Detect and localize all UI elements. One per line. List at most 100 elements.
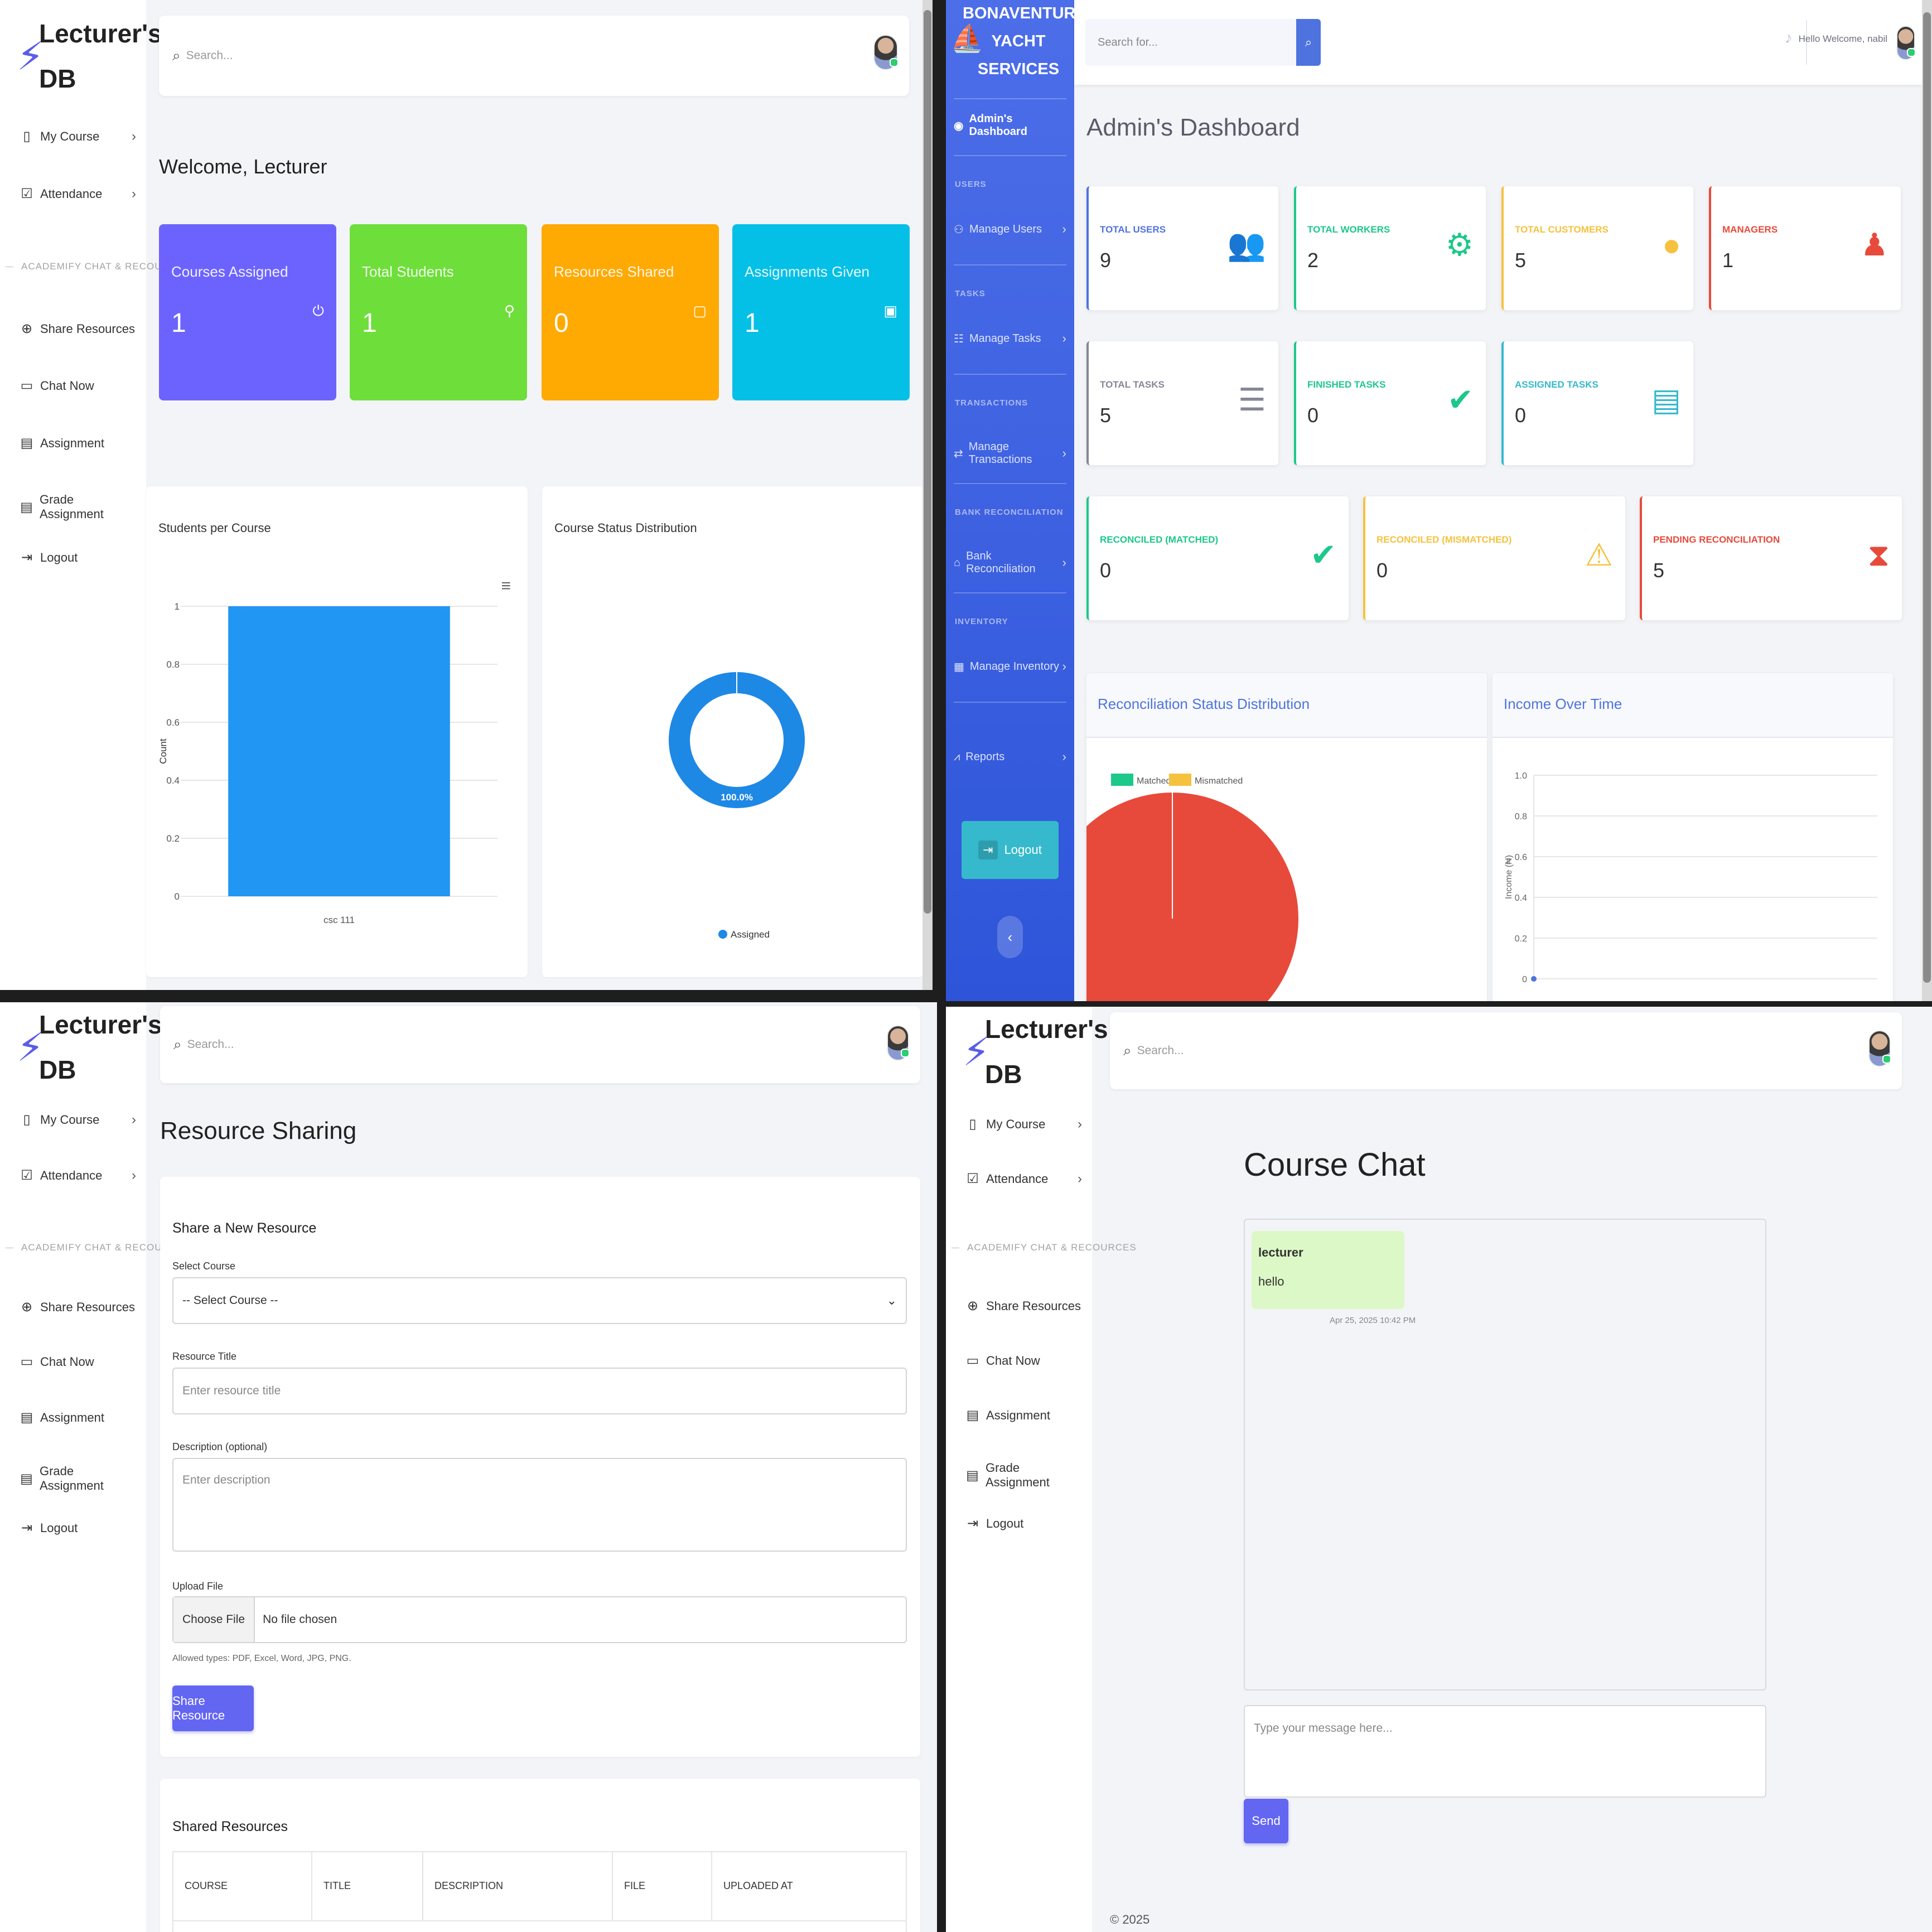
sidebar-item-chat-now[interactable]: ▭ Chat Now xyxy=(20,378,136,394)
course-select[interactable]: -- Select Course -- ⌄ xyxy=(172,1277,907,1324)
app-logo[interactable]: ⚡ Lecturer's DB xyxy=(17,1002,162,1092)
search-icon: ⌕ xyxy=(173,1036,182,1052)
sidebar-item-grade-assignment[interactable]: ▤ Grade Assignment xyxy=(966,1461,1082,1490)
sidebar: ⚡ Lecturer's DB ▯ My Course › ☑ Attendance › … xyxy=(946,1007,1136,1932)
brand-name[interactable]: BONAVENTURE YACHT SERVICES xyxy=(946,0,1086,84)
sidebar-toggle-button[interactable]: ‹ xyxy=(997,916,1023,958)
sidebar-item-manage-users[interactable]: ⚇ Manage Users › xyxy=(954,222,1066,236)
sidebar-item-attendance[interactable]: ☑ Attendance › xyxy=(20,186,136,202)
avatar[interactable] xyxy=(887,1025,910,1061)
sidebar-item-bank-reconciliation[interactable]: ⌂ Bank Reconciliation › xyxy=(954,550,1066,576)
scrollbar[interactable] xyxy=(1922,0,1932,1001)
book-icon: ⏻ xyxy=(312,302,324,319)
sidebar-item-chat-now[interactable]: ▭ Chat Now xyxy=(966,1353,1082,1369)
sidebar-item-manage-tasks[interactable]: ☷ Manage Tasks › xyxy=(954,331,1066,346)
sidebar-item-share-resources[interactable]: ⊕ Share Resources xyxy=(966,1298,1082,1314)
description-textarea[interactable]: Enter description xyxy=(172,1458,907,1552)
metric-value: 0 xyxy=(1515,404,1527,427)
lecturer-dashboard-screen: ⚡ Lecturer's DB ▯ My Course › ☑ Attendance › … xyxy=(0,0,933,990)
sidebar-item-assignment[interactable]: ▤ Assignment xyxy=(20,1409,136,1426)
chevron-right-icon: › xyxy=(132,128,136,144)
reconciliation-status-panel: Reconciliation Status Distribution Match… xyxy=(1086,673,1487,1001)
search-icon: ⌕ xyxy=(1123,1042,1132,1059)
top-bar: ⌕ Search... xyxy=(159,16,909,96)
metric-value: 5 xyxy=(1100,404,1112,427)
choose-file-button[interactable]: Choose File xyxy=(173,1597,255,1642)
scrollbar[interactable] xyxy=(922,0,933,990)
metric-label: TOTAL CUSTOMERS xyxy=(1515,224,1609,235)
search-button[interactable]: ⌕ xyxy=(1296,19,1321,66)
file-input[interactable]: Choose File No file chosen xyxy=(172,1596,907,1643)
share-resource-button[interactable]: Share Resource xyxy=(172,1685,254,1731)
user-greeting[interactable]: Hello Welcome, nabil xyxy=(1799,33,1887,45)
income-over-time-panel: Income Over Time 0 0.2 0.4 0.6 0.8 1.0 Income … xyxy=(1493,673,1893,1001)
sidebar-item-logout[interactable]: ⇥ Logout xyxy=(20,549,136,566)
sidebar-item-grade-assignment[interactable]: ▤ Grade Assignment xyxy=(20,1464,136,1493)
metric-label: ASSIGNED TASKS xyxy=(1515,379,1598,390)
avatar[interactable] xyxy=(1868,1030,1891,1067)
check-circle-icon: ✔ xyxy=(1310,537,1336,572)
sidebar-item-share-resources[interactable]: ⊕ Share Resources xyxy=(20,1299,136,1315)
sidebar-item-grade-assignment[interactable]: ▤ Grade Assignment xyxy=(20,492,136,521)
sidebar-item-my-course[interactable]: ▯ My Course › xyxy=(20,128,136,144)
sidebar-item-chat-now[interactable]: ▭ Chat Now xyxy=(20,1354,136,1370)
share-icon: ⊕ xyxy=(967,1298,979,1313)
column-uploaded-at: UPLOADED AT xyxy=(711,1852,793,1921)
app-logo[interactable]: ⚡ Lecturer's DB xyxy=(963,1007,1108,1097)
logo-line2: DB xyxy=(985,1059,1022,1089)
metric-value: 5 xyxy=(1515,249,1527,272)
logout-button[interactable]: ⇥ Logout xyxy=(962,821,1059,879)
metric-label: MANAGERS xyxy=(1722,224,1778,235)
divider xyxy=(954,592,1066,593)
sidebar-item-assignment[interactable]: ▤ Assignment xyxy=(20,435,136,451)
chevron-right-icon: › xyxy=(132,186,136,201)
sidebar-item-assignment[interactable]: ▤ Assignment xyxy=(966,1407,1082,1423)
app-logo[interactable]: ⚡ Lecturer's DB xyxy=(17,11,162,101)
metric-value: 0 xyxy=(1100,559,1112,582)
check-square-icon: ☑ xyxy=(21,1168,33,1183)
sidebar-item-share-resources[interactable]: ⊕ Share Resources xyxy=(20,321,136,337)
chat-messages-area[interactable]: lecturer hello Apr 25, 2025 10:42 PM xyxy=(1244,1219,1766,1690)
page-title: Admin's Dashboard xyxy=(1086,114,1300,141)
send-button[interactable]: Send xyxy=(1244,1799,1288,1843)
sidebar-item-logout[interactable]: ⇥ Logout xyxy=(966,1515,1082,1532)
shared-resources-title: Shared Resources xyxy=(172,1819,288,1834)
sidebar-item-manage-inventory[interactable]: ▦ Manage Inventory › xyxy=(954,659,1066,674)
logo-line2: DB xyxy=(39,64,76,93)
sidebar-item-dashboard[interactable]: ◉ Admin's Dashboard xyxy=(954,113,1066,138)
sidebar-item-logout[interactable]: ⇥ Logout xyxy=(20,1520,136,1536)
resource-title-input[interactable]: Enter resource title xyxy=(172,1368,907,1414)
avatar[interactable] xyxy=(1896,26,1916,60)
shared-resources-panel: Shared Resources COURSE TITLE DESCRIPTIO… xyxy=(160,1779,920,1932)
check-square-icon: ☑ xyxy=(967,1171,979,1186)
folder-icon: ▢ xyxy=(693,302,707,319)
sidebar-item-my-course[interactable]: ▯ My Course › xyxy=(966,1116,1082,1132)
logo-line1: Lecturer's xyxy=(39,19,162,48)
clipboard-icon: ▣ xyxy=(883,302,897,319)
user-tie-icon: ♟ xyxy=(1860,227,1888,262)
sidebar-item-attendance[interactable]: ☑ Attendance › xyxy=(966,1171,1082,1187)
sidebar-item-my-course[interactable]: ▯ My Course › xyxy=(20,1112,136,1128)
sidebar-item-attendance[interactable]: ☑ Attendance › xyxy=(20,1167,136,1184)
y-tick-label: 0.4 xyxy=(1515,893,1527,903)
sidebar-item-reports[interactable]: ⩘ Reports › xyxy=(954,750,1066,764)
chevron-left-icon: ‹ xyxy=(1007,928,1013,945)
dashboard-icon: ◉ xyxy=(954,119,964,132)
search-input[interactable]: ⌕ Search... xyxy=(1123,1042,1184,1060)
y-tick-label: 0.2 xyxy=(1515,934,1527,944)
bell-icon[interactable]: ♪ xyxy=(1785,29,1793,47)
chat-message-input[interactable]: Type your message here... xyxy=(1244,1705,1766,1798)
chevron-down-icon: ⌄ xyxy=(886,1293,897,1307)
avatar[interactable] xyxy=(873,35,899,70)
top-bar: ⌕ Search... xyxy=(160,1006,920,1083)
search-input[interactable]: ⌕ Search... xyxy=(172,47,233,65)
chevron-right-icon: › xyxy=(1062,331,1066,345)
bank-icon: ⌂ xyxy=(954,556,961,569)
search-input[interactable]: ⌕ Search... xyxy=(173,1036,234,1054)
sidebar-item-manage-transactions[interactable]: ⇄ Manage Transactions › xyxy=(954,441,1066,466)
pie-slice xyxy=(1086,793,1298,1001)
divider xyxy=(954,98,1066,99)
y-tick-label: 0.8 xyxy=(166,659,180,670)
sidebar: ⚡ Lecturer's DB ▯ My Course › ☑ Attendance › … xyxy=(0,0,190,990)
search-input[interactable]: Search for... xyxy=(1085,19,1296,66)
